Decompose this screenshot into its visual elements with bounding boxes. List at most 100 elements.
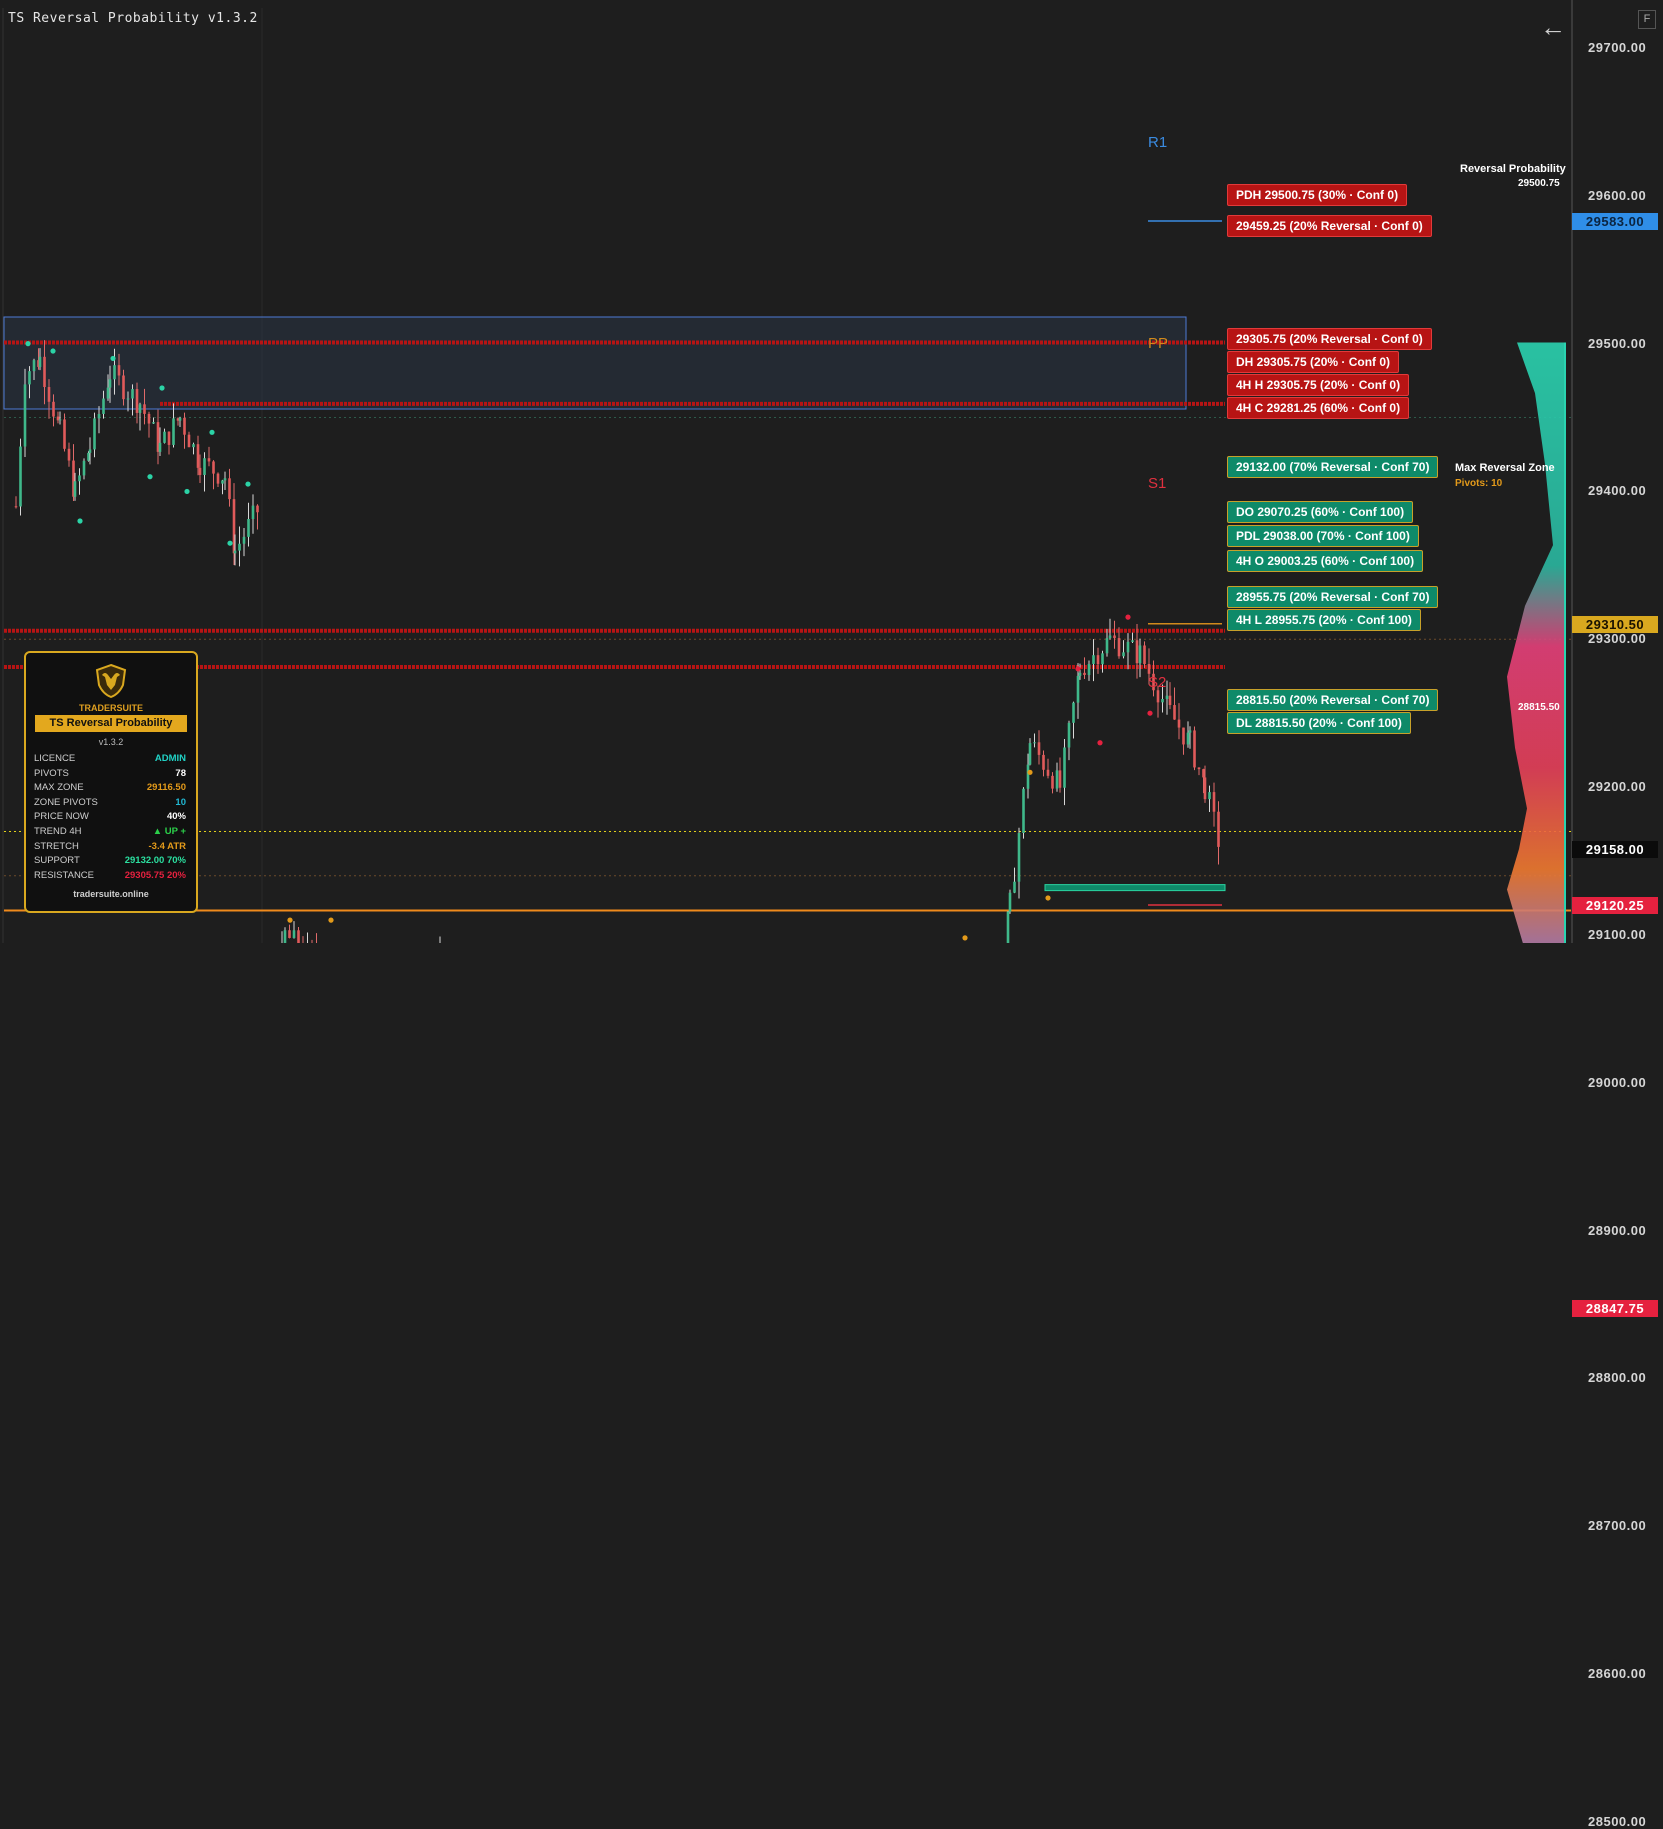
- candle-body: [1198, 767, 1201, 769]
- candle-body: [192, 444, 195, 447]
- candle-body: [252, 506, 255, 519]
- panel-stat-key: LICENCE: [34, 753, 75, 764]
- candle-body: [63, 419, 66, 448]
- candle-body: [1166, 696, 1169, 699]
- pivot-dot: [1027, 770, 1032, 775]
- candle-body: [1178, 720, 1181, 728]
- panel-stat-key: PRICE NOW: [34, 811, 89, 822]
- candle-body: [188, 435, 191, 447]
- candle-body: [143, 404, 146, 414]
- candle-body: [152, 422, 155, 423]
- axis-tick-label: 28900.00: [1588, 1223, 1646, 1238]
- candle-body: [1131, 640, 1134, 642]
- candle-body: [118, 365, 121, 375]
- level-label-resistance-29305[interactable]: 29305.75 (20% Reversal · Conf 0): [1227, 328, 1432, 350]
- pivot-dot: [227, 541, 232, 546]
- candle-body: [48, 387, 51, 402]
- arrow-left-icon[interactable]: ←: [1540, 14, 1566, 40]
- candle-body: [1109, 635, 1112, 638]
- candle-body: [83, 461, 86, 476]
- profile-top-value: 29500.75: [1518, 178, 1560, 189]
- panel-indicator-name: TS Reversal Probability: [35, 715, 187, 732]
- panel-stat-value: 29116.50: [147, 782, 186, 793]
- panel-version: v1.3.2: [26, 737, 196, 747]
- panel-stat-row: STRETCH -3.4 ATR: [34, 841, 186, 855]
- candle-body: [139, 404, 142, 413]
- candle-body: [179, 418, 182, 421]
- pivot-dot: [962, 935, 967, 940]
- panel-brand: TRADERSUITE: [26, 703, 196, 713]
- candle-body: [1122, 652, 1125, 656]
- level-label-support-29132[interactable]: 29132.00 (70% Reversal · Conf 70): [1227, 456, 1438, 478]
- candle-body: [1059, 770, 1062, 787]
- panel-stat-value: 10: [175, 797, 186, 808]
- panel-stat-value: ▲ UP +: [153, 826, 186, 837]
- candle-body: [1068, 723, 1071, 748]
- pivot-r1-label: R1: [1148, 134, 1167, 151]
- level-label-support-28955[interactable]: 28955.75 (20% Reversal · Conf 70): [1227, 586, 1438, 608]
- level-label-dl[interactable]: DL 28815.50 (20% · Conf 100): [1227, 712, 1411, 734]
- candle-body: [1042, 755, 1045, 770]
- level-label-resistance-29459[interactable]: 29459.25 (20% Reversal · Conf 0): [1227, 215, 1432, 237]
- panel-stat-row: ZONE PIVOTS10: [34, 797, 186, 811]
- candle-body: [221, 480, 224, 483]
- level-label-4h-low[interactable]: 4H L 28955.75 (20% · Conf 100): [1227, 609, 1421, 631]
- level-label-support-28815[interactable]: 28815.50 (20% Reversal · Conf 70): [1227, 689, 1438, 711]
- resistance-zone-box: [4, 317, 1186, 409]
- panel-stat-key: SUPPORT: [34, 855, 80, 866]
- pivot-dot: [1075, 666, 1080, 671]
- candle-body: [68, 449, 71, 461]
- panel-stat-row: PRICE NOW40%: [34, 811, 186, 825]
- candle-body: [1204, 777, 1207, 799]
- level-label-4h-close[interactable]: 4H C 29281.25 (60% · Conf 0): [1227, 397, 1409, 419]
- support-reversal-segment: [1045, 885, 1225, 891]
- level-label-pdh[interactable]: PDH 29500.75 (30% · Conf 0): [1227, 184, 1407, 206]
- candle-body: [234, 551, 237, 554]
- candle-body: [199, 468, 202, 475]
- pivot-dot: [1097, 740, 1102, 745]
- corner-f-button[interactable]: F: [1638, 10, 1656, 29]
- panel-stat-value: 29132.00 70%: [125, 855, 186, 866]
- candle-body: [1169, 696, 1172, 705]
- pivot-dot: [110, 356, 115, 361]
- candle-body: [1092, 655, 1095, 664]
- candle-body: [107, 388, 110, 399]
- pivot-dot: [50, 348, 55, 353]
- candle-body: [122, 375, 125, 399]
- axis-tick-label: 29700.00: [1588, 40, 1646, 55]
- candle-body: [212, 461, 215, 473]
- candle-body: [238, 544, 241, 551]
- axis-tick-label: 28500.00: [1588, 1814, 1646, 1829]
- candle-body: [1157, 690, 1160, 702]
- info-panel: TRADERSUITE TS Reversal Probability v1.3…: [24, 651, 198, 913]
- candle-body: [1033, 742, 1036, 743]
- candle-body: [52, 402, 55, 417]
- panel-stat-value: -3.4 ATR: [149, 841, 186, 852]
- candle-body: [217, 474, 220, 484]
- pivot-dot: [1147, 711, 1152, 716]
- panel-website[interactable]: tradersuite.online: [26, 889, 196, 899]
- level-label-pdl[interactable]: PDL 29038.00 (70% · Conf 100): [1227, 525, 1419, 547]
- candle-body: [1217, 812, 1220, 847]
- candle-body: [1097, 655, 1100, 664]
- candle-body: [113, 365, 116, 379]
- pivot-dot: [147, 474, 152, 479]
- candle-body: [247, 519, 250, 537]
- candle-body: [1136, 640, 1139, 663]
- level-label-do[interactable]: DO 29070.25 (60% · Conf 100): [1227, 501, 1413, 523]
- pivot-dot: [1125, 615, 1130, 620]
- level-label-4h-open[interactable]: 4H O 29003.25 (60% · Conf 100): [1227, 550, 1423, 572]
- candle-body: [1202, 769, 1205, 777]
- panel-stat-key: STRETCH: [34, 841, 79, 852]
- level-label-dh[interactable]: DH 29305.75 (20% · Conf 0): [1227, 351, 1399, 373]
- candle-body: [256, 506, 259, 513]
- axis-tick-label: 29300.00: [1588, 631, 1646, 646]
- candle-body: [163, 432, 166, 443]
- candle-body: [1056, 770, 1059, 788]
- axis-tick-label: 29200.00: [1588, 779, 1646, 794]
- pivot-dot: [245, 481, 250, 486]
- axis-price-badge: 29158.00: [1572, 841, 1658, 858]
- level-label-4h-high[interactable]: 4H H 29305.75 (20% · Conf 0): [1227, 374, 1409, 396]
- candle-body: [1022, 789, 1025, 833]
- indicator-title: TS Reversal Probability v1.3.2: [8, 11, 258, 26]
